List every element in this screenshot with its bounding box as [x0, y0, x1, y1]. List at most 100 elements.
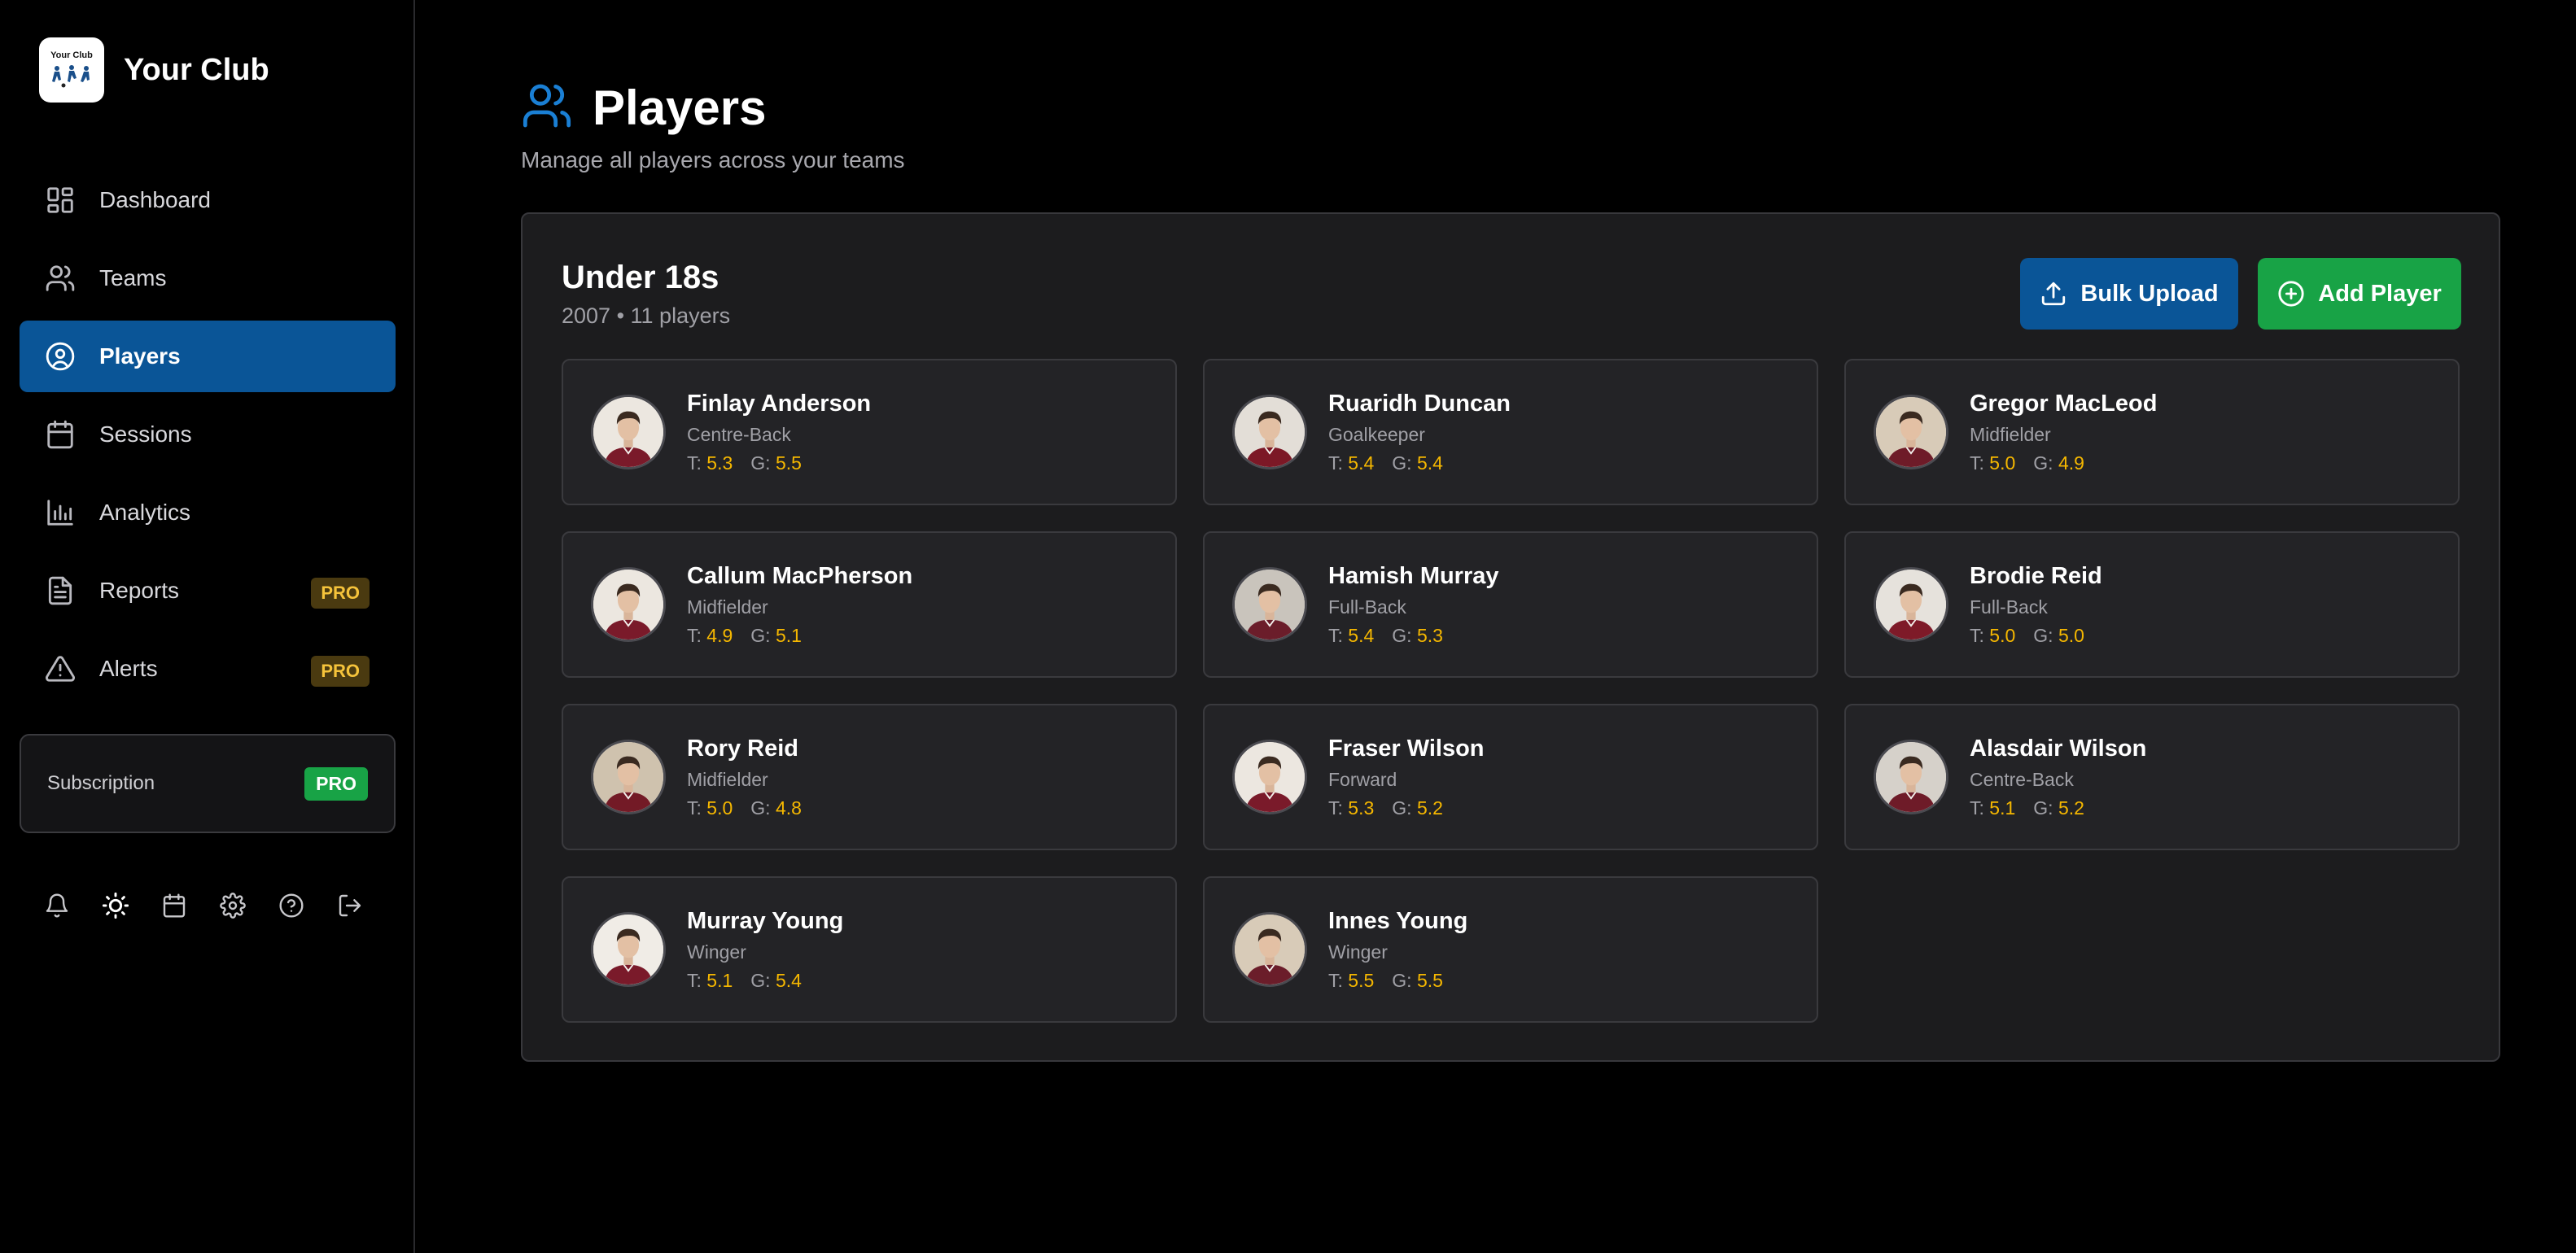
app-root: Your Club Your Club Dashboard Teams Play… [0, 0, 2576, 1253]
bar-chart-icon [44, 496, 77, 529]
logout-icon[interactable] [335, 891, 365, 920]
g-stat-value: 5.3 [1416, 624, 1443, 646]
player-info: Innes Young Winger T: 5.5 G: 5.5 [1328, 908, 1467, 992]
users-icon [521, 80, 573, 136]
player-avatar [1874, 395, 1948, 469]
t-stat-label: T: [1328, 624, 1343, 646]
player-info: Alasdair Wilson Centre-Back T: 5.1 G: 5.2 [1970, 736, 2146, 819]
sidebar-item-alerts[interactable]: Alerts PRO [20, 633, 396, 705]
add-player-button[interactable]: Add Player [2258, 258, 2461, 330]
g-stat-value: 4.8 [775, 797, 802, 819]
player-name: Ruaridh Duncan [1328, 390, 1511, 417]
player-position: Goalkeeper [1328, 423, 1425, 445]
g-stat-value: 5.2 [1416, 797, 1443, 819]
player-position: Full-Back [1328, 596, 1406, 618]
player-card[interactable]: Finlay Anderson Centre-Back T: 5.3 G: 5.5 [562, 359, 1177, 505]
sidebar-nav: Dashboard Teams Players Sessions Analyti… [20, 164, 396, 711]
t-stat-value: 5.0 [1989, 452, 2016, 474]
page-title: Players [593, 81, 767, 135]
player-avatar [1232, 912, 1307, 987]
player-avatar [591, 740, 666, 814]
t-stat-label: T: [1328, 969, 1343, 991]
player-avatar [591, 912, 666, 987]
help-icon[interactable] [277, 891, 306, 920]
player-card[interactable]: Innes Young Winger T: 5.5 G: 5.5 [1203, 876, 1818, 1023]
player-avatar [1874, 567, 1948, 642]
player-position: Midfielder [687, 596, 768, 618]
g-stat-label: G: [2033, 624, 2053, 646]
sun-icon[interactable] [101, 891, 130, 920]
player-name: Gregor MacLeod [1970, 390, 2158, 417]
sidebar-item-teams[interactable]: Teams [20, 242, 396, 314]
sidebar-item-sessions[interactable]: Sessions [20, 399, 396, 470]
player-stats: T: 5.1 G: 5.2 [1970, 797, 2146, 819]
g-stat-value: 5.4 [1416, 452, 1443, 474]
upload-icon [2042, 282, 2066, 306]
title-row: Players [521, 80, 905, 136]
sidebar-item-reports[interactable]: Reports PRO [20, 555, 396, 626]
brand[interactable]: Your Club Your Club [39, 37, 269, 103]
player-position: Full-Back [1970, 596, 2048, 618]
sidebar-item-label: Players [99, 343, 181, 369]
team-meta: 2007 • 11 players [562, 303, 731, 328]
player-stats: T: 5.5 G: 5.5 [1328, 970, 1467, 992]
player-card[interactable]: Murray Young Winger T: 5.1 G: 5.4 [562, 876, 1177, 1023]
g-stat-label: G: [1392, 969, 1412, 991]
t-stat-value: 5.4 [1348, 452, 1375, 474]
g-stat-value: 5.2 [2058, 797, 2084, 819]
g-stat-value: 5.5 [1416, 969, 1443, 991]
sidebar-footer [42, 891, 394, 920]
player-avatar [591, 395, 666, 469]
sidebar-item-players[interactable]: Players [20, 321, 396, 392]
player-card[interactable]: Gregor MacLeod Midfielder T: 5.0 G: 4.9 [1844, 359, 2460, 505]
bell-icon[interactable] [42, 891, 72, 920]
player-card[interactable]: Ruaridh Duncan Goalkeeper T: 5.4 G: 5.4 [1203, 359, 1818, 505]
t-stat-label: T: [1970, 452, 1984, 474]
player-card[interactable]: Callum MacPherson Midfielder T: 4.9 G: 5.1 [562, 531, 1177, 678]
bulk-upload-button[interactable]: Bulk Upload [2020, 258, 2238, 330]
player-card[interactable]: Hamish Murray Full-Back T: 5.4 G: 5.3 [1203, 531, 1818, 678]
player-name: Hamish Murray [1328, 562, 1499, 589]
g-stat-label: G: [2033, 452, 2053, 474]
player-name: Innes Young [1328, 907, 1468, 934]
t-stat-label: T: [687, 969, 702, 991]
calendar-icon[interactable] [160, 891, 189, 920]
g-stat-label: G: [750, 624, 771, 646]
subscription-badge: PRO [304, 766, 368, 801]
player-card[interactable]: Rory Reid Midfielder T: 5.0 G: 4.8 [562, 704, 1177, 850]
calendar-icon [44, 418, 77, 451]
player-position: Centre-Back [687, 423, 791, 445]
t-stat-value: 5.4 [1348, 624, 1375, 646]
player-name: Fraser Wilson [1328, 735, 1485, 762]
player-position: Centre-Back [1970, 768, 2074, 790]
player-grid: Finlay Anderson Centre-Back T: 5.3 G: 5.5 Ru… [562, 359, 2460, 1023]
player-card[interactable]: Brodie Reid Full-Back T: 5.0 G: 5.0 [1844, 531, 2460, 678]
player-avatar [1874, 740, 1948, 814]
pro-badge: PRO [311, 578, 370, 609]
t-stat-label: T: [1970, 624, 1984, 646]
team-name: Under 18s [562, 260, 719, 295]
g-stat-label: G: [1392, 624, 1412, 646]
subscription-card[interactable]: Subscription PRO [20, 734, 396, 833]
sidebar-item-label: Sessions [99, 421, 192, 447]
player-avatar [1232, 740, 1307, 814]
player-info: Callum MacPherson Midfielder T: 4.9 G: 5.1 [687, 563, 912, 647]
bulk-upload-label: Bulk Upload [2080, 280, 2219, 307]
subscription-label: Subscription [47, 772, 155, 794]
gear-icon[interactable] [218, 891, 247, 920]
t-stat-label: T: [687, 452, 702, 474]
t-stat-value: 5.3 [1348, 797, 1375, 819]
player-stats: T: 4.9 G: 5.1 [687, 625, 912, 647]
player-stats: T: 5.0 G: 5.0 [1970, 625, 2102, 647]
player-stats: T: 5.0 G: 4.9 [1970, 452, 2157, 474]
player-card[interactable]: Fraser Wilson Forward T: 5.3 G: 5.2 [1203, 704, 1818, 850]
player-name: Callum MacPherson [687, 562, 913, 589]
sidebar-item-analytics[interactable]: Analytics [20, 477, 396, 548]
players-silhouette-icon [52, 65, 90, 88]
sidebar-item-dashboard[interactable]: Dashboard [20, 164, 396, 236]
sidebar-item-label: Analytics [99, 500, 191, 525]
player-card[interactable]: Alasdair Wilson Centre-Back T: 5.1 G: 5.2 [1844, 704, 2460, 850]
player-info: Fraser Wilson Forward T: 5.3 G: 5.2 [1328, 736, 1485, 819]
g-stat-label: G: [1392, 797, 1412, 819]
sidebar: Your Club Your Club Dashboard Teams Play… [0, 0, 415, 1253]
